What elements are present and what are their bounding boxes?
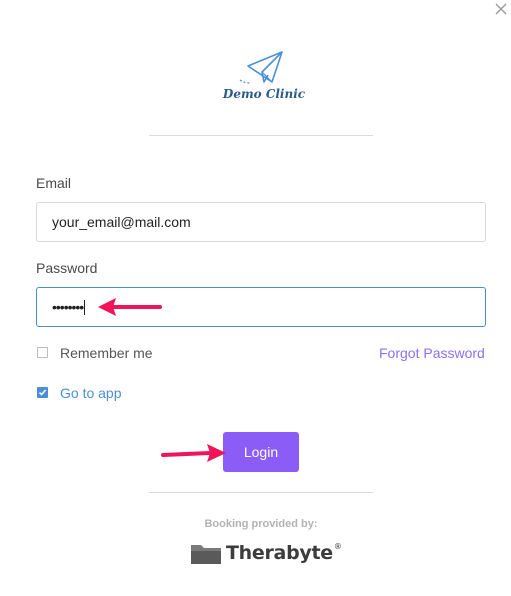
go-to-app-label[interactable]: Go to app: [60, 385, 122, 401]
booking-caption: Booking provided by:: [204, 518, 318, 530]
login-dialog: Demo Clinic Email your_email@mail.com Pa…: [0, 0, 511, 596]
therabyte-logo: Therabyte®: [190, 540, 342, 570]
email-value: your_email@mail.com: [52, 214, 191, 230]
email-label: Email: [36, 175, 72, 191]
folder-icon: [191, 545, 221, 564]
email-field[interactable]: your_email@mail.com: [36, 202, 486, 242]
remember-me-checkbox[interactable]: [37, 347, 48, 358]
password-content: ••••••••: [52, 288, 86, 326]
annotation-arrow-login: [161, 444, 226, 462]
clinic-name: Demo Clinic: [222, 87, 306, 101]
forgot-password-link[interactable]: Forgot Password: [379, 345, 485, 361]
password-value: ••••••••: [52, 299, 84, 315]
therabyte-wordmark: Therabyte®: [226, 542, 342, 564]
checkmark-icon: [38, 389, 47, 396]
password-label: Password: [36, 260, 98, 276]
login-button[interactable]: Login: [223, 432, 299, 472]
registered-mark: ®: [333, 542, 342, 551]
close-icon[interactable]: [493, 1, 509, 17]
text-caret: [84, 299, 86, 315]
therabyte-brand-text: Therabyte: [226, 542, 333, 564]
password-field[interactable]: ••••••••: [36, 287, 486, 327]
go-to-app-checkbox[interactable]: [37, 387, 48, 398]
remember-me-label[interactable]: Remember me: [60, 345, 153, 361]
header-divider: [149, 135, 373, 136]
footer-divider: [149, 492, 373, 493]
